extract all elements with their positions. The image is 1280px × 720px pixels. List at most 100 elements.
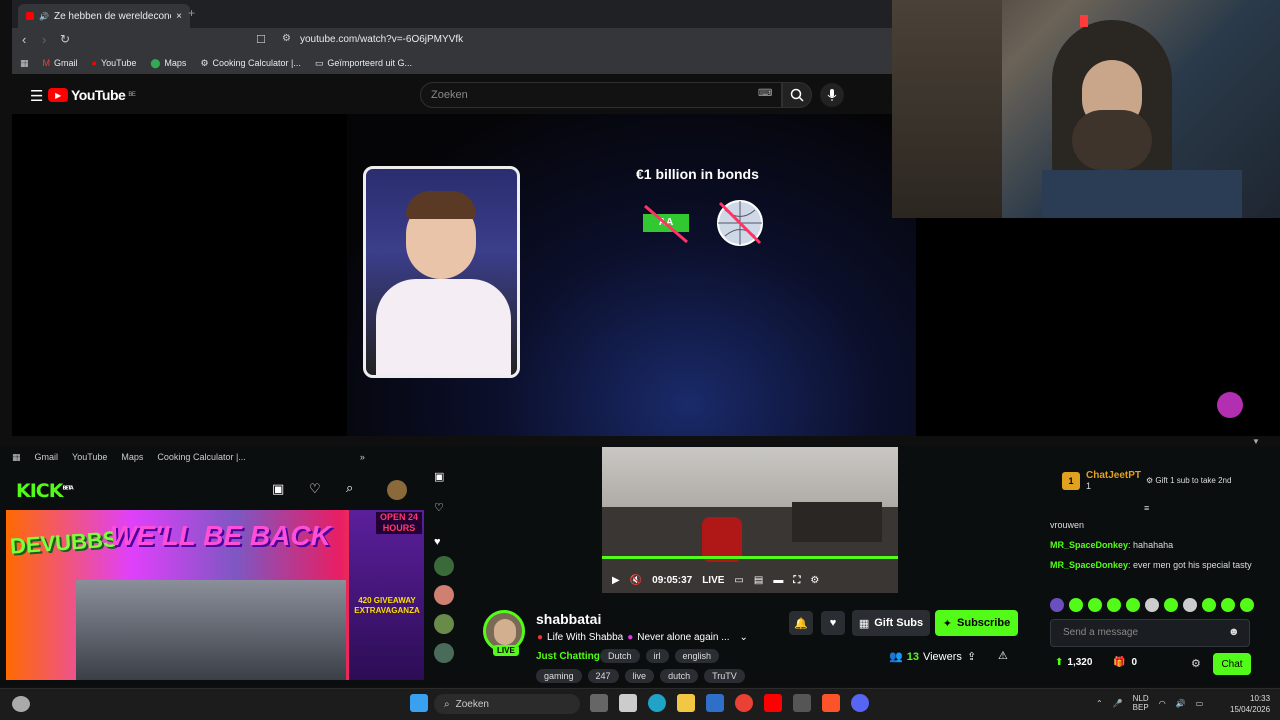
emote[interactable] (1050, 598, 1064, 612)
tag[interactable]: irl (645, 649, 669, 663)
brave-icon[interactable] (822, 694, 840, 712)
battery-icon[interactable]: ▭ (1196, 699, 1204, 708)
youtube-logo[interactable]: ▶ YouTube BE (48, 87, 136, 103)
search-input[interactable]: Zoeken (420, 82, 782, 108)
emote[interactable] (1221, 598, 1235, 612)
chat-input[interactable]: Send a message (1050, 619, 1250, 647)
sidebar-channel[interactable] (434, 585, 454, 605)
collapse-icon[interactable]: ≡ (1144, 503, 1149, 513)
scroll-down-icon[interactable]: ▼ (1252, 437, 1260, 446)
bookmark-maps[interactable]: Maps (121, 452, 143, 462)
wifi-icon[interactable]: ◠ (1159, 699, 1166, 708)
share-icon[interactable]: ⇪ (967, 650, 976, 663)
taskbar-search[interactable]: ⌕ Zoeken (434, 694, 580, 714)
emote[interactable] (1126, 598, 1140, 612)
chat-settings-icon[interactable]: ⚙ (1191, 657, 1201, 670)
bookmark-imported[interactable]: ▭ Geïmporteerd uit G... (315, 58, 412, 69)
browser-tab[interactable]: 🔊 Ze hebben de wereldeconom × (18, 4, 190, 28)
keyboard-icon[interactable]: ⌨ (758, 88, 772, 99)
fullscreen-icon[interactable]: ⛶ (793, 575, 800, 586)
bookmark-gmail[interactable]: M Gmail (43, 58, 78, 68)
back-icon[interactable]: ‹ (22, 32, 26, 47)
tag[interactable]: gaming (536, 669, 582, 683)
bookmark-youtube[interactable]: ● YouTube (92, 58, 137, 68)
sidebar-channel[interactable] (434, 556, 454, 576)
emote[interactable] (1107, 598, 1121, 612)
subscribe-button[interactable]: ✦ Subscribe (935, 610, 1018, 636)
search-icon[interactable]: ⌕ (346, 480, 353, 496)
windows-start-icon[interactable] (410, 694, 428, 712)
emote[interactable] (1202, 598, 1216, 612)
live-indicator[interactable]: LIVE (702, 575, 724, 586)
emote[interactable] (1145, 598, 1159, 612)
channel-name[interactable]: shabbatai (536, 611, 601, 627)
emote[interactable] (1164, 598, 1178, 612)
emoji-icon[interactable]: ☻ (1228, 626, 1240, 638)
emote[interactable] (1183, 598, 1197, 612)
following-icon[interactable]: ▣ (434, 470, 456, 483)
bookmark-maps[interactable]: ⬤ Maps (150, 58, 186, 69)
calculator-icon[interactable] (793, 694, 811, 712)
apps-icon[interactable]: ▦ (12, 452, 21, 463)
emote[interactable] (1069, 598, 1083, 612)
follow-button[interactable]: ♥ (821, 611, 845, 635)
language-indicator[interactable]: NLD BEP (1133, 694, 1149, 712)
chat-send-button[interactable]: Chat (1213, 653, 1251, 675)
sidebar-channel[interactable] (434, 614, 454, 634)
search-button[interactable] (782, 82, 812, 108)
mute-icon[interactable]: 🔇 (630, 575, 642, 586)
heart-icon[interactable]: ♡ (309, 481, 321, 497)
voice-search-button[interactable] (820, 83, 844, 107)
category-link[interactable]: Just Chatting (536, 651, 600, 662)
theater-icon[interactable]: ▭ (734, 575, 743, 586)
pinned-user[interactable]: ChatJeetPT (1086, 470, 1141, 481)
bookmark-icon[interactable]: ☐ (256, 33, 266, 46)
widget-icon[interactable] (12, 696, 30, 712)
browse-icon[interactable]: ▣ (272, 481, 284, 497)
new-tab-button[interactable]: + (188, 6, 195, 20)
bookmark-youtube[interactable]: YouTube (72, 452, 107, 462)
tag[interactable]: TruTV (704, 669, 745, 683)
gift-subs-button[interactable]: ▦ Gift Subs (852, 610, 930, 636)
tab-close-icon[interactable]: × (176, 11, 182, 22)
bookmarks-more[interactable]: » (360, 452, 365, 462)
user-avatar[interactable] (387, 480, 407, 500)
apps-icon[interactable]: ▦ (20, 58, 29, 69)
tag[interactable]: dutch (660, 669, 699, 683)
mic-tray-icon[interactable]: 🎤 (1113, 699, 1123, 708)
gifts-counter[interactable]: 🎁 0 (1113, 657, 1137, 668)
edge-icon[interactable] (648, 694, 666, 712)
store-icon[interactable] (619, 694, 637, 712)
menu-icon[interactable]: ☰ (30, 87, 43, 105)
forward-icon[interactable]: › (42, 32, 46, 47)
favorites-icon[interactable]: ♡ (434, 501, 456, 514)
gift-prompt[interactable]: ⚙ Gift 1 sub to take 2nd (1146, 476, 1231, 485)
bookmark-cooking[interactable]: ⚙ Cooking Calculator |... (200, 58, 300, 69)
tag[interactable]: live (624, 669, 655, 683)
stream-progress-bar[interactable] (602, 556, 898, 559)
reload-icon[interactable]: ↻ (60, 32, 70, 46)
site-info-icon[interactable]: ⚙ (282, 33, 291, 44)
bookmark-gmail[interactable]: Gmail (35, 452, 59, 462)
chevron-down-icon[interactable]: ⌄ (740, 632, 748, 643)
youtube-app-icon[interactable] (764, 694, 782, 712)
tag[interactable]: english (674, 649, 720, 663)
points-counter[interactable]: ⬆ 1,320 (1055, 657, 1092, 668)
settings-icon[interactable]: ⚙ (810, 575, 819, 586)
miniplayer-icon[interactable]: ▬ (773, 575, 783, 586)
channel-watermark[interactable] (1217, 392, 1243, 418)
task-view-icon[interactable] (590, 694, 608, 712)
tag[interactable]: Dutch (600, 649, 640, 663)
mail-icon[interactable] (706, 694, 724, 712)
emote[interactable] (1088, 598, 1102, 612)
emote[interactable] (1240, 598, 1254, 612)
explorer-icon[interactable] (677, 694, 695, 712)
kick-logo[interactable]: KICKBETA (16, 480, 74, 502)
bookmark-cooking[interactable]: Cooking Calculator |... (157, 452, 245, 462)
volume-icon[interactable]: 🔊 (1176, 699, 1186, 708)
tag[interactable]: 247 (587, 669, 619, 683)
chrome-icon[interactable] (735, 694, 753, 712)
play-icon[interactable]: ▶ (612, 575, 620, 586)
tray-expand-icon[interactable]: ⌃ (1096, 699, 1103, 708)
notify-button[interactable]: 🔔 (789, 611, 813, 635)
